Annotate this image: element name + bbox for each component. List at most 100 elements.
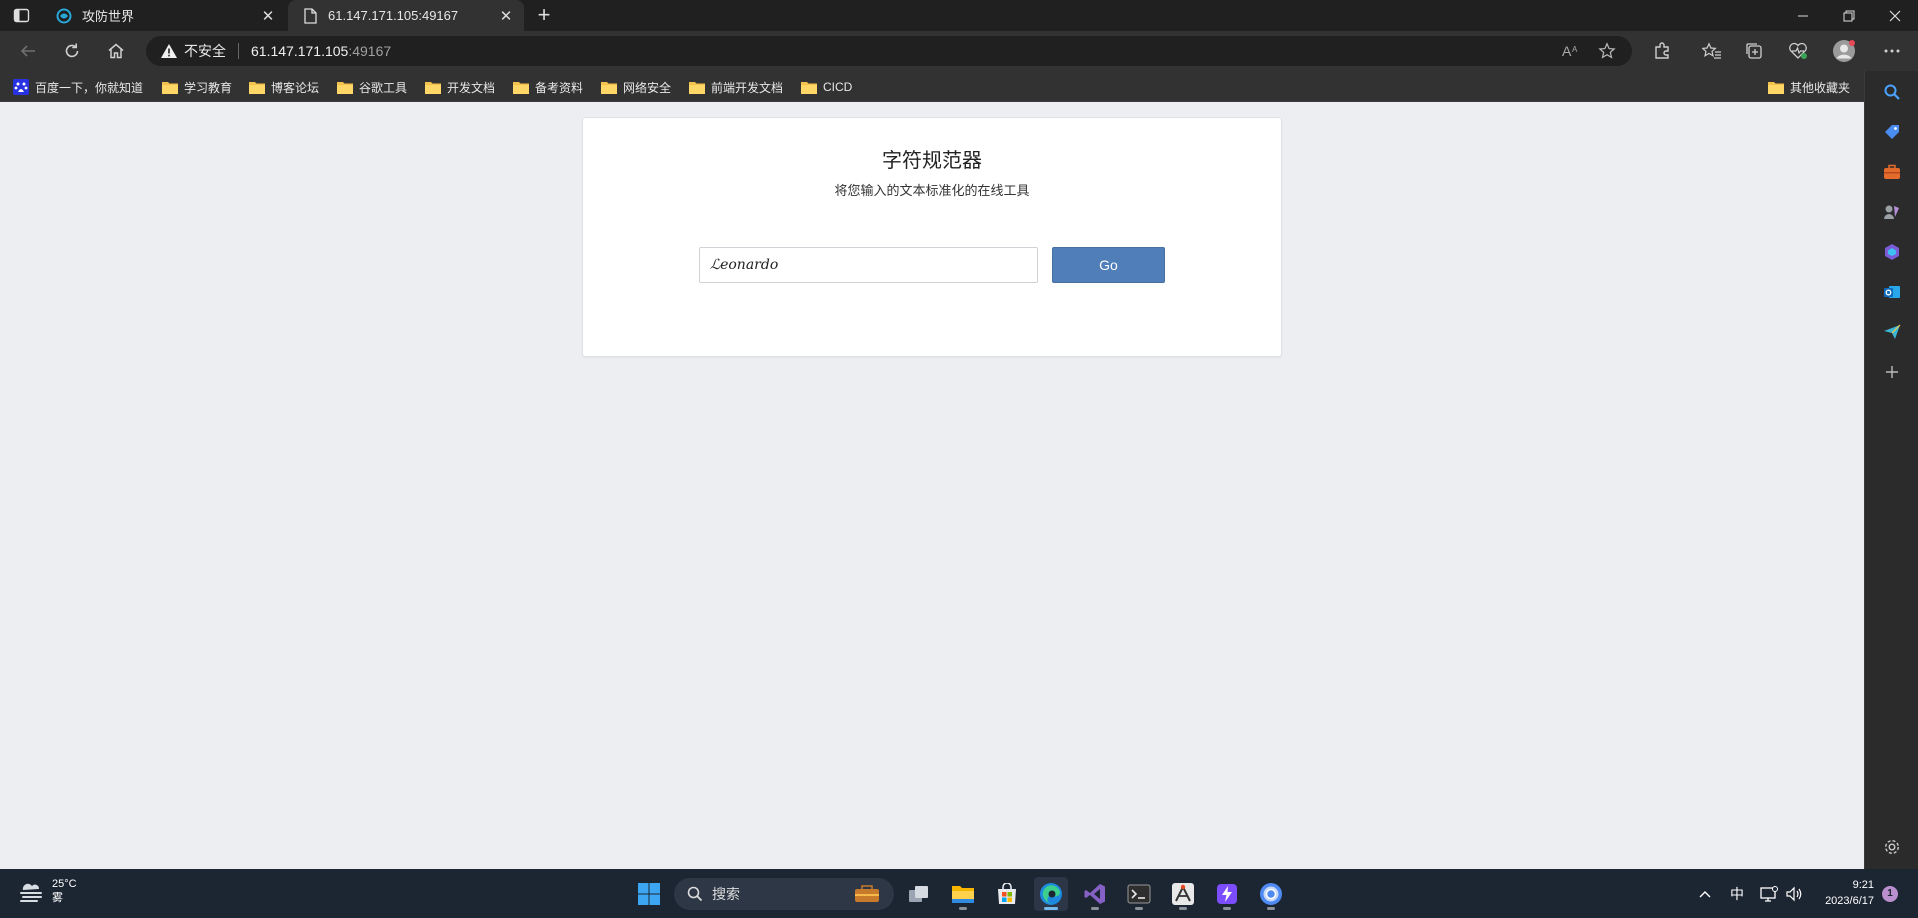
folder-icon bbox=[513, 81, 529, 94]
start-button[interactable] bbox=[632, 877, 666, 911]
page-icon bbox=[302, 7, 318, 24]
tab-current-page[interactable]: 61.147.171.105:49167 ✕ bbox=[288, 0, 524, 31]
outlook-icon[interactable] bbox=[1882, 282, 1902, 302]
refresh-icon[interactable] bbox=[60, 39, 84, 63]
notification-badge[interactable]: 1 bbox=[1882, 886, 1898, 902]
close-tab-icon[interactable]: ✕ bbox=[498, 8, 514, 25]
search-icon[interactable] bbox=[1882, 82, 1902, 102]
tab-strip: 攻防世界 ✕ 61.147.171.105:49167 ✕ + bbox=[0, 0, 1918, 31]
tab-title: 攻防世界 bbox=[82, 9, 135, 24]
running-indicator bbox=[1091, 907, 1099, 910]
ime-indicator[interactable]: 中 bbox=[1730, 869, 1744, 918]
bookmark-label: 开发文档 bbox=[447, 80, 496, 95]
home-icon[interactable] bbox=[104, 39, 128, 63]
restore-icon[interactable] bbox=[1826, 0, 1872, 31]
other-bookmarks[interactable]: 其他收藏夹 bbox=[1768, 78, 1850, 96]
edge-button[interactable] bbox=[1034, 877, 1068, 911]
text-input[interactable] bbox=[699, 247, 1038, 283]
tab-adworld[interactable]: 攻防世界 ✕ bbox=[42, 0, 286, 31]
taskbar-search[interactable]: 搜索 bbox=[674, 878, 894, 910]
profile-avatar-icon[interactable] bbox=[1832, 39, 1856, 63]
clock-time: 9:21 bbox=[1852, 879, 1874, 891]
games-icon[interactable] bbox=[1882, 202, 1902, 222]
go-button[interactable]: Go bbox=[1052, 247, 1165, 283]
power-automate-button[interactable] bbox=[1210, 877, 1244, 911]
edge-sidebar bbox=[1864, 71, 1918, 869]
terminal-button[interactable] bbox=[1122, 877, 1156, 911]
bookmark-folder[interactable]: 学习教育 bbox=[162, 78, 232, 96]
svg-text:A: A bbox=[1572, 45, 1578, 54]
file-explorer-button[interactable] bbox=[946, 877, 980, 911]
task-view-icon bbox=[909, 886, 928, 902]
bookmark-folder[interactable]: 谷歌工具 bbox=[337, 78, 407, 96]
baidu-icon bbox=[13, 79, 29, 95]
running-indicator bbox=[1267, 907, 1275, 910]
read-aloud-icon[interactable]: AA bbox=[1562, 43, 1580, 62]
running-indicator bbox=[1179, 907, 1187, 910]
windows-taskbar: 25°C 雾 搜索 中 9:21 2023/6/17 1 bbox=[0, 869, 1918, 918]
bookmark-folder[interactable]: 网络安全 bbox=[601, 78, 671, 96]
microsoft365-icon[interactable] bbox=[1882, 242, 1902, 262]
folder-icon bbox=[249, 81, 265, 94]
back-icon[interactable] bbox=[16, 39, 40, 63]
warning-icon[interactable] bbox=[160, 43, 178, 59]
svg-text:A: A bbox=[1562, 43, 1572, 59]
tools-briefcase-icon[interactable] bbox=[1882, 162, 1902, 182]
favorites-icon[interactable] bbox=[1700, 39, 1724, 63]
page-title: 字符规范器 bbox=[882, 150, 982, 172]
bookmark-label: 博客论坛 bbox=[271, 80, 320, 95]
new-tab-icon[interactable]: + bbox=[532, 4, 556, 28]
folder-icon bbox=[425, 81, 441, 94]
task-view-button[interactable] bbox=[902, 877, 936, 911]
browser-essentials-icon[interactable] bbox=[1786, 39, 1810, 63]
security-label[interactable]: 不安全 bbox=[184, 41, 226, 61]
bookmark-baidu[interactable]: 百度一下，你就知道 bbox=[13, 78, 143, 96]
address-bar[interactable]: 不安全 61.147.171.105:49167 AA bbox=[146, 36, 1632, 66]
search-label: 搜索 bbox=[712, 886, 740, 902]
burp-suite-icon bbox=[1172, 883, 1194, 905]
shopping-tag-icon[interactable] bbox=[1882, 122, 1902, 142]
bookmark-folder[interactable]: 博客论坛 bbox=[249, 78, 319, 96]
chrome-icon bbox=[1260, 883, 1282, 905]
bookmark-folder[interactable]: CICD bbox=[801, 78, 852, 96]
bookmark-folder[interactable]: 备考资料 bbox=[513, 78, 583, 96]
close-window-icon[interactable] bbox=[1872, 0, 1918, 31]
terminal-icon bbox=[1127, 884, 1151, 904]
system-clock[interactable]: 9:21 2023/6/17 bbox=[1814, 877, 1874, 909]
tab-actions-icon[interactable] bbox=[13, 7, 30, 24]
drop-send-icon[interactable] bbox=[1882, 322, 1902, 342]
add-sidebar-app-icon[interactable] bbox=[1882, 362, 1902, 382]
sidebar-settings-icon[interactable] bbox=[1882, 837, 1902, 857]
bookmark-label: 谷歌工具 bbox=[359, 80, 408, 95]
folder-icon bbox=[1768, 81, 1784, 94]
bookmark-folder[interactable]: 开发文档 bbox=[425, 78, 495, 96]
chrome-button[interactable] bbox=[1254, 877, 1288, 911]
minimize-icon[interactable] bbox=[1780, 0, 1826, 31]
fog-weather-icon bbox=[20, 883, 42, 902]
active-indicator bbox=[1044, 907, 1058, 910]
burp-suite-button[interactable] bbox=[1166, 877, 1200, 911]
bookmarks-bar: 百度一下，你就知道 学习教育 博客论坛 谷歌工具 开发文档 备考资料 网络安全 … bbox=[0, 71, 1918, 102]
bookmark-label: 百度一下，你就知道 bbox=[35, 80, 144, 95]
weather-widget[interactable]: 25°C 雾 bbox=[18, 877, 77, 905]
store-icon bbox=[998, 883, 1016, 904]
normalizer-card: 字符规范器 将您输入的文本标准化的在线工具 Go bbox=[582, 117, 1282, 357]
collections-icon[interactable] bbox=[1742, 39, 1766, 63]
favorite-star-icon[interactable] bbox=[1598, 42, 1616, 63]
folder-icon bbox=[162, 81, 178, 94]
bookmark-folder[interactable]: 前端开发文档 bbox=[689, 78, 783, 96]
search-highlight-icon bbox=[855, 885, 879, 902]
network-icon[interactable] bbox=[1760, 869, 1778, 918]
chevron-up-icon bbox=[1699, 890, 1711, 897]
show-hidden-icons[interactable] bbox=[1698, 869, 1712, 918]
close-tab-icon[interactable]: ✕ bbox=[260, 8, 276, 25]
more-options-icon[interactable] bbox=[1880, 39, 1904, 63]
extensions-icon[interactable] bbox=[1650, 39, 1674, 63]
volume-icon[interactable] bbox=[1785, 869, 1803, 918]
visual-studio-button[interactable] bbox=[1078, 877, 1112, 911]
adworld-favicon-icon bbox=[56, 8, 72, 24]
search-icon bbox=[687, 886, 703, 902]
folder-icon bbox=[689, 81, 705, 94]
microsoft-store-button[interactable] bbox=[990, 877, 1024, 911]
bookmark-label: 前端开发文档 bbox=[711, 80, 784, 95]
